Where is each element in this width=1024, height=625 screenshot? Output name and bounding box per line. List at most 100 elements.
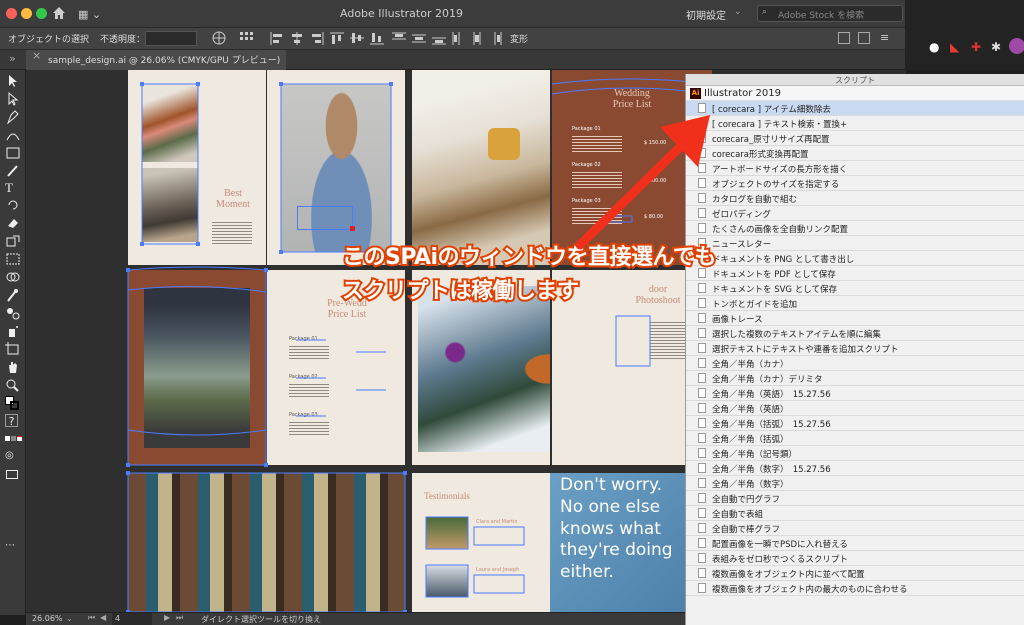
align-center-icon[interactable] bbox=[290, 32, 304, 45]
distribute-middle-icon[interactable] bbox=[412, 32, 426, 45]
script-item[interactable]: オブジェクトのサイズを指定する bbox=[686, 176, 1024, 191]
shape-builder-tool-icon[interactable] bbox=[5, 270, 21, 284]
globe-icon[interactable] bbox=[212, 31, 226, 45]
chevron-down-icon[interactable]: ⌄ bbox=[66, 614, 73, 623]
vase-photo[interactable] bbox=[142, 168, 198, 242]
align-bottom-icon[interactable] bbox=[370, 32, 384, 45]
chevron-down-icon[interactable]: ⌄ bbox=[734, 7, 742, 17]
eyedropper-tool-icon[interactable] bbox=[5, 288, 21, 302]
distribute-bottom-icon[interactable] bbox=[432, 32, 446, 45]
close-window-button[interactable] bbox=[6, 8, 17, 19]
artboard-tool-icon[interactable] bbox=[5, 342, 21, 356]
script-item[interactable]: 選択した複数のテキストアイテムを順に編集 bbox=[686, 326, 1024, 341]
blend-tool-icon[interactable] bbox=[5, 306, 21, 320]
selection-tool-icon[interactable] bbox=[5, 74, 21, 88]
avatar[interactable] bbox=[1009, 38, 1024, 54]
script-item[interactable]: 全角／半角（記号類） bbox=[686, 446, 1024, 461]
artboard-posters[interactable] bbox=[128, 473, 405, 612]
cat-photo[interactable] bbox=[418, 286, 550, 452]
script-item[interactable]: 全角／半角（数字） 15.27.56 bbox=[686, 461, 1024, 476]
script-item[interactable]: 複数画像をオブジェクト内に並べて配置 bbox=[686, 566, 1024, 581]
script-item[interactable]: 全角／半角（数字） bbox=[686, 476, 1024, 491]
script-item[interactable]: たくさんの画像を全自動リンク配置 bbox=[686, 221, 1024, 236]
last-artboard-icon[interactable]: ⏭ bbox=[176, 613, 183, 623]
puzzle-icon[interactable]: ✱ bbox=[991, 40, 1001, 54]
fill-stroke-icon[interactable] bbox=[5, 396, 21, 410]
paintbrush-tool-icon[interactable] bbox=[5, 164, 21, 178]
stock-search-input[interactable]: ⌕ Adobe Stock を検索 bbox=[757, 5, 903, 22]
artboard-number-input[interactable]: 4 bbox=[112, 613, 152, 625]
record-icon[interactable]: ● bbox=[929, 40, 939, 54]
script-item[interactable]: corecara形式変換再配置 bbox=[686, 146, 1024, 161]
scale-tool-icon[interactable] bbox=[5, 234, 21, 248]
selection-handle[interactable] bbox=[350, 226, 355, 231]
menu-icon[interactable]: ≡ bbox=[880, 31, 889, 44]
rectangle-tool-icon[interactable] bbox=[5, 146, 21, 160]
zoom-tool-icon[interactable] bbox=[5, 378, 21, 392]
next-artboard-icon[interactable]: ▶ bbox=[164, 613, 170, 622]
minimize-window-button[interactable] bbox=[21, 8, 32, 19]
couple-photo[interactable] bbox=[426, 565, 468, 597]
symbol-sprayer-tool-icon[interactable] bbox=[5, 324, 21, 338]
script-item[interactable]: アートボードサイズの長方形を描く bbox=[686, 161, 1024, 176]
scripts-root-folder[interactable]: Ai Illustrator 2019 bbox=[686, 86, 1024, 101]
hand-tool-icon[interactable] bbox=[5, 360, 21, 374]
script-item[interactable]: ゼロパディング bbox=[686, 206, 1024, 221]
posters-wall-photo[interactable] bbox=[128, 473, 405, 612]
workspace-preset[interactable]: 初期設定 bbox=[686, 7, 726, 22]
bedroom-photo[interactable] bbox=[412, 70, 550, 265]
artboard-storefront[interactable] bbox=[128, 270, 266, 465]
first-artboard-icon[interactable]: ⏮ bbox=[88, 613, 95, 623]
zoom-level[interactable]: 26.06% bbox=[32, 614, 63, 623]
document-tab[interactable]: × sample_design.ai @ 26.06% (CMYK/GPU プレ… bbox=[26, 49, 286, 70]
script-item[interactable]: カタログを自動で組む bbox=[686, 191, 1024, 206]
distribute-center-icon[interactable] bbox=[470, 32, 484, 45]
script-item[interactable]: 全角／半角（括弧） bbox=[686, 431, 1024, 446]
workspace-switcher-icon[interactable]: ▦ ⌄ bbox=[78, 8, 101, 21]
rotate-tool-icon[interactable] bbox=[5, 198, 21, 212]
script-item[interactable]: 全角／半角（括弧） 15.27.56 bbox=[686, 416, 1024, 431]
script-item[interactable]: 画像トレース bbox=[686, 311, 1024, 326]
panel-toggle-icon[interactable] bbox=[858, 32, 870, 44]
flowers-photo[interactable] bbox=[142, 84, 198, 162]
maximize-window-button[interactable] bbox=[36, 8, 47, 19]
align-right-icon[interactable] bbox=[310, 32, 324, 45]
script-item[interactable]: 表組みをゼロ秒でつくるスクリプト bbox=[686, 551, 1024, 566]
collapse-toolbar-icon[interactable]: » bbox=[9, 52, 16, 65]
script-item[interactable]: [ corecara ] テキスト検索・置換+ bbox=[686, 116, 1024, 131]
direct-selection-tool-icon[interactable] bbox=[5, 92, 21, 106]
previous-artboard-icon[interactable]: ◀ bbox=[100, 613, 106, 622]
home-icon[interactable] bbox=[52, 6, 66, 20]
scripts-panel-header[interactable]: スクリプト bbox=[686, 74, 1024, 86]
script-item[interactable]: 全角／半角（英語） bbox=[686, 401, 1024, 416]
close-icon[interactable]: × bbox=[32, 49, 41, 62]
script-item[interactable]: corecara_原寸リサイズ再配置 bbox=[686, 131, 1024, 146]
color-mode-icon[interactable] bbox=[5, 434, 22, 448]
artboard-best-moment[interactable]: Best Moment bbox=[128, 70, 266, 265]
artboard-portrait[interactable] bbox=[267, 70, 405, 265]
screen-mode-icon[interactable] bbox=[5, 468, 21, 482]
eraser-tool-icon[interactable] bbox=[5, 216, 21, 230]
draw-mode-icon[interactable]: ◎ bbox=[5, 450, 21, 464]
extension-icon[interactable]: ◣ bbox=[950, 40, 959, 54]
script-item[interactable]: 全自動で円グラフ bbox=[686, 491, 1024, 506]
storefront-photo[interactable] bbox=[144, 288, 250, 448]
script-item[interactable]: 配置画像を一瞬でPSDに入れ替える bbox=[686, 536, 1024, 551]
script-item[interactable]: 全自動で表組 bbox=[686, 506, 1024, 521]
artboard-bedroom[interactable] bbox=[412, 70, 550, 265]
script-item[interactable]: 複数画像をオブジェクト内の最大のものに合わせる bbox=[686, 581, 1024, 596]
extension-icon[interactable]: ✚ bbox=[971, 40, 981, 54]
arrange-documents-icon[interactable] bbox=[838, 32, 850, 44]
free-transform-tool-icon[interactable] bbox=[5, 252, 21, 266]
script-item[interactable]: 全角／半角（英語） 15.27.56 bbox=[686, 386, 1024, 401]
script-item[interactable]: 全角／半角（カナ） bbox=[686, 356, 1024, 371]
script-item[interactable]: 全自動で棒グラフ bbox=[686, 521, 1024, 536]
couple-photo[interactable] bbox=[426, 517, 468, 549]
type-tool-icon[interactable]: T bbox=[5, 180, 21, 195]
align-top-icon[interactable] bbox=[330, 32, 344, 45]
script-item[interactable]: [ corecara ] アイテム細数除去 bbox=[686, 101, 1024, 116]
transform-button[interactable]: 変形 bbox=[510, 32, 528, 45]
help-icon[interactable]: ? bbox=[5, 414, 18, 428]
grid-icon[interactable] bbox=[240, 32, 258, 44]
align-left-icon[interactable] bbox=[270, 32, 284, 45]
